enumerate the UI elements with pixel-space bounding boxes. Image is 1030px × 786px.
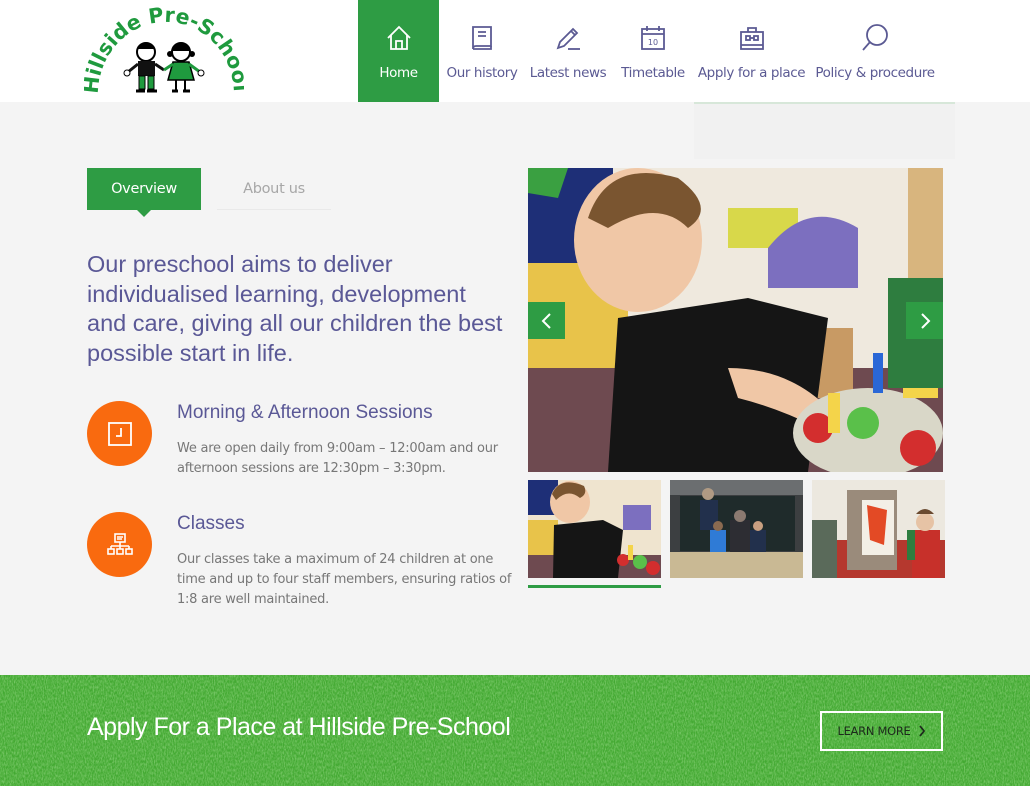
site-logo[interactable]: Hillside Pre-School bbox=[79, 2, 253, 100]
nav-item-timetable[interactable]: 10 Timetable bbox=[611, 0, 695, 102]
nav-item-policy-procedure[interactable]: Policy & procedure bbox=[808, 0, 942, 102]
content-tabs: Overview About us bbox=[87, 168, 331, 217]
nav-item-our-history[interactable]: Our history bbox=[439, 0, 525, 102]
apply-banner: Apply For a Place at Hillside Pre-School… bbox=[0, 675, 1030, 786]
home-icon bbox=[383, 22, 415, 54]
feature-title: Classes bbox=[177, 513, 245, 534]
main-nav: Home Our history Latest news 10 Timetabl… bbox=[358, 0, 942, 102]
slider-prev-button[interactable] bbox=[528, 302, 565, 339]
nav-label: Latest news bbox=[529, 65, 607, 81]
image-slider bbox=[528, 168, 943, 472]
chevron-right-icon bbox=[918, 725, 925, 737]
slider-next-button[interactable] bbox=[906, 302, 943, 339]
learn-more-button[interactable]: LEARN MORE bbox=[820, 711, 943, 751]
nav-item-apply-for-a-place[interactable]: Apply for a place bbox=[695, 0, 808, 102]
logo-graphic: Hillside Pre-School bbox=[79, 3, 253, 95]
nav-label: Timetable bbox=[621, 65, 685, 81]
svg-text:Hillside Pre-School: Hillside Pre-School bbox=[84, 3, 244, 95]
slide-image bbox=[528, 168, 943, 472]
search-icon bbox=[859, 22, 891, 54]
nav-item-home[interactable]: Home bbox=[358, 0, 439, 102]
feature-text: Our classes take a maximum of 24 childre… bbox=[177, 552, 512, 607]
feature-title: Morning & Afternoon Sessions bbox=[177, 402, 433, 423]
thumbnail-1[interactable] bbox=[528, 480, 661, 578]
nav-label: Apply for a place bbox=[697, 65, 806, 81]
briefcase-icon bbox=[736, 22, 768, 54]
nav-label: Our history bbox=[446, 65, 518, 81]
book-icon bbox=[466, 22, 498, 54]
logo-text: Hillside Pre-School bbox=[79, 3, 253, 95]
thumbnail-3[interactable] bbox=[812, 480, 945, 578]
tab-about-us[interactable]: About us bbox=[217, 168, 331, 210]
nav-label: Policy & procedure bbox=[815, 65, 935, 81]
banner-title: Apply For a Place at Hillside Pre-School bbox=[87, 713, 511, 741]
calendar-icon: 10 bbox=[637, 22, 669, 54]
feature-text: We are open daily from 9:00am – 12:00am … bbox=[177, 441, 498, 476]
pencil-icon bbox=[552, 22, 584, 54]
chevron-left-icon bbox=[541, 312, 551, 329]
chevron-right-icon bbox=[920, 312, 930, 329]
site-header: Hillside Pre-School bbox=[0, 0, 1030, 102]
slider-thumbnails bbox=[528, 480, 945, 578]
tab-overview[interactable]: Overview bbox=[87, 168, 201, 217]
nav-dropdown-shadow bbox=[694, 104, 955, 159]
svg-text:10: 10 bbox=[648, 38, 658, 47]
active-thumbnail-indicator bbox=[528, 585, 661, 588]
intro-lead: Our preschool aims to deliver individual… bbox=[87, 251, 503, 366]
nav-label: Home bbox=[379, 65, 418, 81]
nav-item-latest-news[interactable]: Latest news bbox=[525, 0, 611, 102]
clock-icon bbox=[87, 401, 152, 466]
sitemap-icon bbox=[87, 512, 152, 577]
thumbnail-2[interactable] bbox=[670, 480, 803, 578]
feature-sessions: Morning & Afternoon Sessions We are open… bbox=[87, 401, 517, 491]
learn-more-label: LEARN MORE bbox=[837, 724, 911, 738]
feature-classes: Classes Our classes take a maximum of 24… bbox=[87, 512, 517, 612]
